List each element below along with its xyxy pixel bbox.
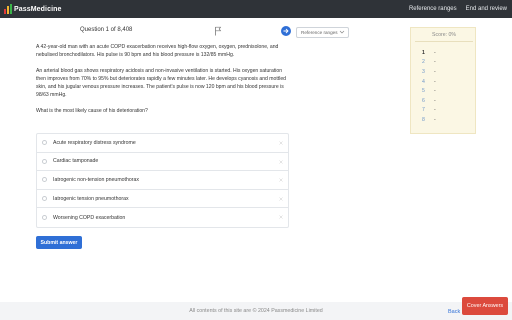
- score-row[interactable]: 2 -: [422, 58, 436, 68]
- question-counter: Question 1 of 8,408: [80, 27, 133, 33]
- stem-paragraph: A 42-year-old man with an acute COPD exa…: [36, 44, 279, 59]
- answer-option-label: Worsening COPD exacerbation: [53, 214, 126, 221]
- score-question-number: 3: [422, 68, 425, 75]
- top-navbar: PassMedicine Reference ranges End and re…: [0, 0, 512, 18]
- logo-bar-yellow: [7, 6, 9, 14]
- nav-end-and-review[interactable]: End and review: [466, 6, 507, 12]
- next-question-button[interactable]: [281, 26, 291, 36]
- reference-ranges-select[interactable]: Reference ranges: [296, 27, 349, 38]
- reference-ranges-select-value: Reference ranges: [301, 30, 338, 35]
- score-row[interactable]: 5 -: [422, 86, 436, 96]
- answer-option[interactable]: Iatrogenic tension pneumothorax: [37, 190, 288, 209]
- footer-copyright: All contents of this site are © 2024 Pas…: [189, 308, 323, 314]
- score-result: -: [434, 78, 436, 85]
- score-question-number: 5: [422, 88, 425, 95]
- score-list: 1 - 2 - 3 - 4 - 5 - 6 - 7 - 8 -: [422, 48, 436, 125]
- radio-button[interactable]: [42, 158, 47, 164]
- score-result: -: [434, 97, 436, 104]
- score-row[interactable]: 4 -: [422, 77, 436, 87]
- nav-reference-ranges[interactable]: Reference ranges: [409, 6, 457, 12]
- cover-answers-button[interactable]: Cover Answers: [462, 297, 508, 315]
- top-nav: Reference ranges End and review: [409, 6, 507, 12]
- strike-option-icon[interactable]: [279, 197, 283, 201]
- flag-icon[interactable]: [214, 26, 222, 36]
- score-row[interactable]: 8 -: [422, 115, 436, 125]
- logo-bar-red: [4, 9, 6, 14]
- strike-option-icon[interactable]: [279, 178, 283, 182]
- logo-bars-icon: [4, 4, 12, 14]
- answer-option[interactable]: Worsening COPD exacerbation: [37, 208, 288, 227]
- score-question-number: 1: [422, 49, 425, 56]
- answer-option[interactable]: Acute respiratory distress syndrome: [37, 134, 288, 153]
- score-result: -: [434, 88, 436, 95]
- back-link[interactable]: Back: [448, 309, 460, 315]
- score-result: -: [434, 107, 436, 114]
- answer-option-label: Iatrogenic non-tension pneumothorax: [53, 176, 139, 183]
- stem-paragraph: An arterial blood gas shows respiratory …: [36, 67, 287, 99]
- strike-option-icon[interactable]: [279, 159, 283, 164]
- score-result: -: [434, 116, 436, 123]
- score-title: Score: 0%: [432, 32, 456, 38]
- score-question-number: 7: [422, 107, 425, 114]
- radio-button[interactable]: [42, 140, 47, 146]
- score-row[interactable]: 3 -: [422, 67, 436, 77]
- radio-button[interactable]: [42, 177, 47, 183]
- answer-option[interactable]: Cardiac tamponade: [37, 153, 288, 172]
- score-panel: Score: 0% 1 - 2 - 3 - 4 - 5 - 6 - 7 - 8 …: [410, 27, 476, 134]
- question-header: Question 1 of 8,408: [36, 25, 291, 37]
- score-question-number: 2: [422, 59, 425, 66]
- score-row[interactable]: 6 -: [422, 96, 436, 106]
- score-result: -: [434, 49, 436, 56]
- answer-option-label: Acute respiratory distress syndrome: [53, 139, 136, 146]
- answer-option-label: Cardiac tamponade: [53, 158, 99, 165]
- strike-option-icon[interactable]: [279, 215, 283, 220]
- score-divider: [415, 41, 473, 42]
- answer-options: Acute respiratory distress syndrome Card…: [36, 133, 289, 228]
- footer: All contents of this site are © 2024 Pas…: [0, 302, 512, 320]
- submit-answer-button[interactable]: Submit answer: [36, 236, 82, 249]
- logo-text: PassMedicine: [14, 5, 62, 13]
- score-result: -: [434, 59, 436, 66]
- logo[interactable]: PassMedicine: [4, 0, 62, 18]
- strike-option-icon[interactable]: [279, 141, 283, 145]
- radio-button[interactable]: [42, 215, 47, 221]
- score-result: -: [434, 68, 436, 75]
- question-prompt: What is the most likely cause of his det…: [36, 107, 148, 114]
- radio-button[interactable]: [42, 196, 47, 202]
- chevron-down-icon: [339, 30, 345, 34]
- arrow-right-icon: [283, 28, 289, 34]
- logo-bar-green: [10, 4, 12, 14]
- score-question-number: 8: [422, 116, 425, 123]
- score-row[interactable]: 1 -: [422, 48, 436, 58]
- question-stem: A 42-year-old man with an acute COPD exa…: [36, 43, 292, 122]
- answer-option[interactable]: Iatrogenic non-tension pneumothorax: [37, 171, 288, 190]
- score-question-number: 4: [422, 78, 425, 85]
- score-row[interactable]: 7 -: [422, 106, 436, 116]
- answer-option-label: Iatrogenic tension pneumothorax: [53, 195, 129, 202]
- score-question-number: 6: [422, 97, 425, 104]
